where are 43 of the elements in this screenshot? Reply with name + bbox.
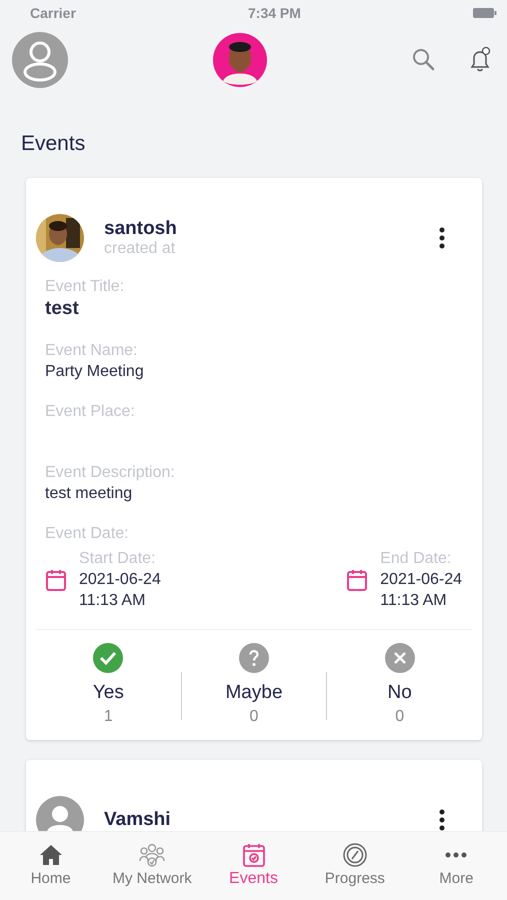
created-text: created at xyxy=(104,240,176,258)
people-icon xyxy=(137,842,168,868)
response-count: 0 xyxy=(395,708,404,726)
calendar-icon xyxy=(45,568,67,592)
profile-icon[interactable] xyxy=(12,32,68,88)
field-label: Event Title: xyxy=(45,277,126,297)
response-label: No xyxy=(388,682,412,704)
field-value: Party Meeting xyxy=(45,362,145,382)
tab[interactable]: More xyxy=(406,832,507,900)
tab[interactable]: Events xyxy=(202,832,304,900)
field-value: test xyxy=(45,297,80,321)
date-value: 2021-06-24 xyxy=(79,570,161,590)
response-label: Maybe xyxy=(225,682,283,704)
tab[interactable]: My Network xyxy=(101,832,203,900)
time-value: 11:13 AM xyxy=(380,591,448,611)
cross-icon[interactable] xyxy=(384,642,416,674)
response-count: 0 xyxy=(250,708,258,726)
date-label: End Date: xyxy=(380,549,452,569)
response-count: 1 xyxy=(104,708,113,726)
user-name: santosh xyxy=(104,218,178,240)
kebab-menu-icon[interactable] xyxy=(438,809,446,831)
check-icon[interactable] xyxy=(92,642,124,674)
question-icon[interactable] xyxy=(238,642,270,674)
clock-text: 7:34 PM xyxy=(248,5,301,21)
field-label: Event Date: xyxy=(45,524,130,544)
date-label: Start Date: xyxy=(79,549,156,569)
time-value: 11:13 AM xyxy=(79,591,146,611)
kebab-menu-icon[interactable] xyxy=(438,227,446,249)
field-label: Event Place: xyxy=(45,402,136,422)
search-icon[interactable] xyxy=(411,47,437,73)
calendar-icon xyxy=(346,568,368,592)
tab[interactable]: Home xyxy=(0,832,102,900)
more-icon xyxy=(445,852,468,858)
field-value: test meeting xyxy=(45,484,134,504)
field-label: Event Name: xyxy=(45,341,138,361)
date-value: 2021-06-24 xyxy=(380,570,462,590)
battery-icon xyxy=(473,7,497,19)
field-label: Event Description: xyxy=(45,463,176,483)
tab[interactable]: Progress xyxy=(304,832,406,900)
page-title: Events xyxy=(21,132,86,156)
response-label: Yes xyxy=(92,682,124,704)
user-name: Vamshi xyxy=(104,809,172,831)
carrier-text: Carrier xyxy=(30,5,76,21)
